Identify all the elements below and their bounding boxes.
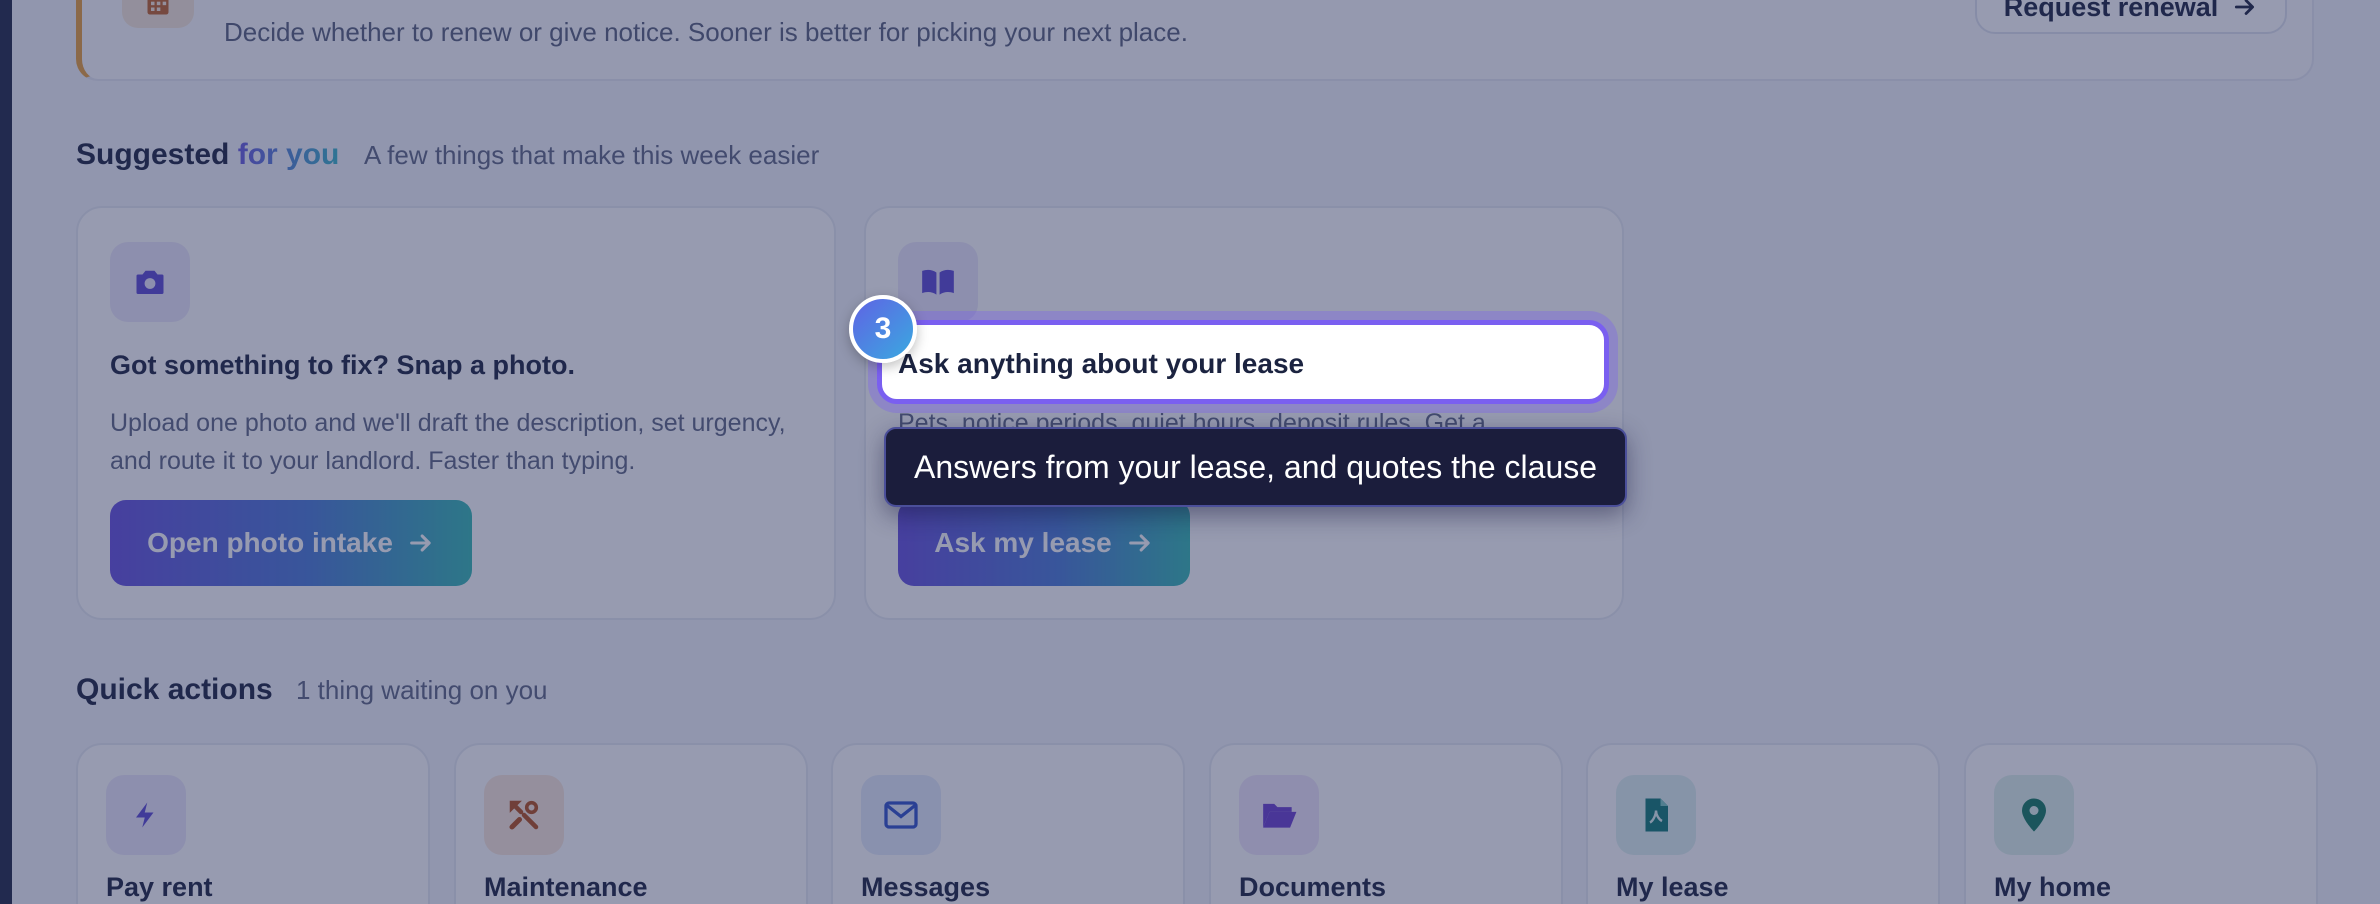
tour-tooltip: Answers from your lease, and quotes the … (884, 427, 1628, 507)
tour-step-badge: 3 (849, 295, 917, 363)
spotlight-card-title: Ask anything about your lease (898, 348, 1305, 379)
